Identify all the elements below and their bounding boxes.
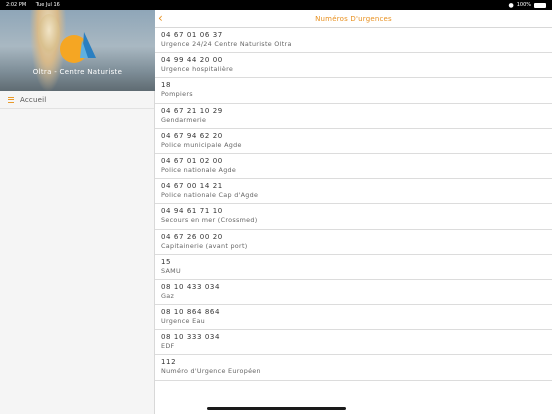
list-item[interactable]: 112 Numéro d'Urgence Européen [155,355,552,381]
list-item[interactable]: 04 94 61 71 10 Secours en mer (Crossmed) [155,204,552,230]
hero-title: Oltra - Centre Naturiste [32,68,123,76]
contact-label: EDF [161,342,175,351]
list-item[interactable]: 18 Pompiers [155,78,552,104]
list-item[interactable]: 08 10 433 034 Gaz [155,280,552,306]
contact-label: SAMU [161,266,181,275]
oltra-logo [60,32,96,63]
phone-number[interactable]: 15 [161,257,552,267]
contact-label: Urgence 24/24 Centre Naturiste Oltra [161,40,292,48]
contact-label: Police nationale Cap d'Agde [161,191,259,200]
contact-label: Police municipale Agde [161,140,242,149]
list-icon [8,96,14,103]
contact-label: Secours en mer (Crossmed) [161,216,258,225]
nav-bar: ‹ Numéros D'urgences [155,10,552,28]
phone-number[interactable]: 08 10 333 034 [161,332,552,342]
status-time: 2:02 PM [6,2,27,8]
list-item[interactable]: 04 99 44 20 00 Urgence hospitalière [155,53,552,79]
phone-number[interactable]: 04 67 94 62 20 [161,131,552,141]
status-date: Tue Jul 16 [35,2,60,8]
contact-label: Gaz [161,291,175,300]
list-item[interactable]: 04 67 94 62 20 Police municipale Agde [155,129,552,154]
wifi-icon: ● [508,1,514,9]
contact-label: Gendarmerie [161,115,207,124]
phone-number[interactable]: 18 [161,80,552,90]
page-title: Numéros D'urgences [315,14,392,23]
battery-percent: 100% [516,2,531,8]
contact-label: Urgence Eau [161,317,206,326]
list-item[interactable]: 04 67 21 10 29 Gendarmerie [155,104,552,129]
list-item[interactable]: 04 67 00 14 21 Police nationale Cap d'Agd… [155,179,552,205]
phone-number[interactable]: 04 67 01 06 37 [161,30,552,40]
status-bar: 2:02 PM Tue Jul 16 ● 100% [0,0,552,10]
phone-number[interactable]: 08 10 433 034 [161,282,552,292]
list-item[interactable]: 08 10 333 034 EDF [155,330,552,356]
phone-number[interactable]: 04 67 26 00 20 [161,232,552,242]
list-item[interactable]: 04 67 01 06 37 Urgence 24/24 Centre Natur… [155,28,552,54]
list-item[interactable]: 08 10 864 864 Urgence Eau [155,305,552,331]
phone-number[interactable]: 04 94 61 71 10 [161,206,552,216]
contact-label: Capitainerie (avant port) [161,241,248,250]
sidebar-item-label: Accueil [20,95,47,104]
contact-label: Urgence hospitalière [161,65,234,74]
phone-number[interactable]: 08 10 864 864 [161,307,552,317]
phone-number[interactable]: 04 67 01 02 00 [161,156,552,166]
main-panel: ‹ Numéros D'urgences 04 67 01 06 37 Urgen… [155,10,552,414]
phone-number[interactable]: 04 67 00 14 21 [161,181,552,191]
contact-label: Numéro d'Urgence Européen [161,367,261,376]
sidebar-item-accueil[interactable]: Accueil [0,91,154,109]
phone-number[interactable]: 112 [161,357,552,367]
phone-number[interactable]: 04 99 44 20 00 [161,55,552,65]
emergency-list: 04 67 01 06 37 Urgence 24/24 Centre Natur… [155,28,552,381]
contact-label: Police nationale Agde [161,165,237,174]
list-item[interactable]: 04 67 26 00 20 Capitainerie (avant port) [155,230,552,255]
chevron-left-icon[interactable]: ‹ [158,11,163,25]
battery-icon [534,2,546,8]
sidebar: Oltra - Centre Naturiste Accueil [0,10,155,414]
list-item[interactable]: 04 67 01 02 00 Police nationale Agde [155,154,552,180]
home-indicator[interactable] [207,407,346,410]
sidebar-hero-image: Oltra - Centre Naturiste [0,10,155,91]
contact-label: Pompiers [161,90,193,99]
list-item[interactable]: 15 SAMU [155,255,552,280]
hero-photo-detail [38,14,60,54]
phone-number[interactable]: 04 67 21 10 29 [161,106,552,116]
